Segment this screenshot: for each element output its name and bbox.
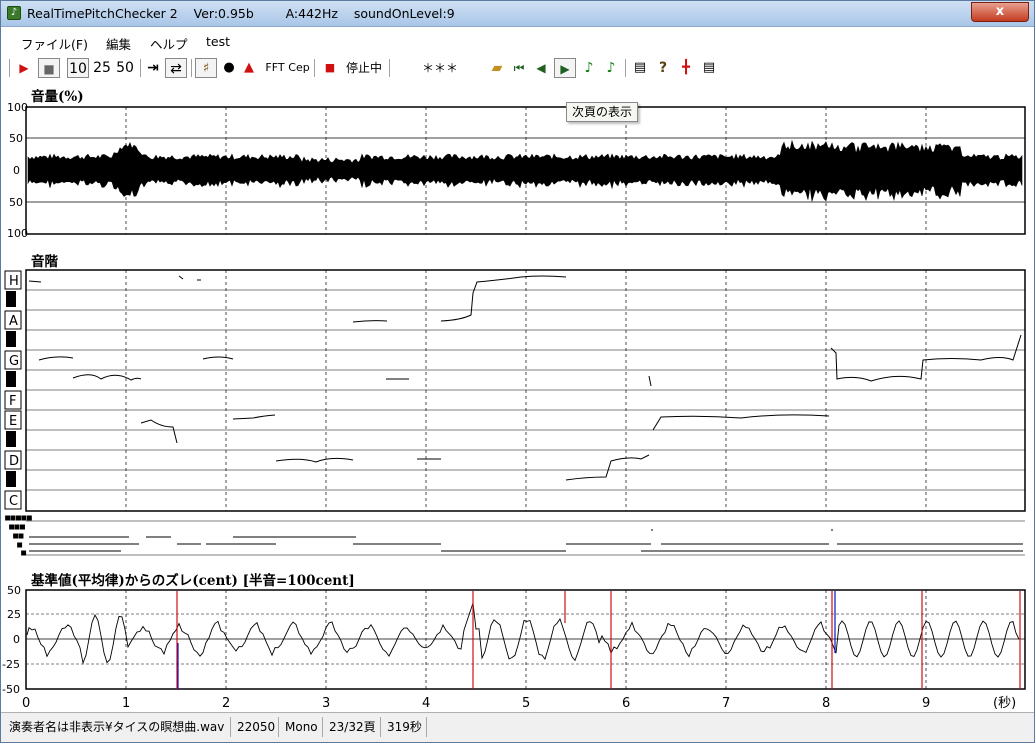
person-red-icon[interactable]: ▲ <box>241 58 257 78</box>
status-bar: 演奏者名は非表示¥タイスの瞑想曲.wav 22050 Mono 23/32頁 3… <box>1 712 1034 742</box>
next-page-icon[interactable]: ▶ <box>554 58 576 78</box>
cep-button[interactable]: Cep <box>288 58 310 78</box>
note-label-a: A <box>9 314 18 329</box>
piano-key-black <box>6 431 16 447</box>
toolbar-separator <box>191 59 192 77</box>
time-tick: 6 <box>622 696 630 711</box>
help-icon[interactable]: ? <box>654 58 672 78</box>
time-tick: 0 <box>22 696 30 711</box>
menu-edit[interactable]: 編集 <box>106 34 131 53</box>
piano-key-black <box>6 331 16 347</box>
blocks-marker: ▪▪ <box>13 531 24 540</box>
person-black-icon[interactable]: ● <box>221 58 237 78</box>
deviation-y-label: -25 <box>2 658 20 671</box>
close-button[interactable]: x <box>971 2 1029 22</box>
open-folder-icon[interactable]: ▰ <box>488 58 506 78</box>
app-window: ♪ RealTimePitchChecker 2 Ver:0.95b A:442… <box>0 0 1035 743</box>
note-label-f: F <box>9 394 16 409</box>
status-channels: Mono <box>281 717 323 737</box>
toolbar-separator <box>314 59 315 77</box>
note-label-c: C <box>9 494 18 509</box>
first-page-icon[interactable]: ⏮ <box>510 58 528 78</box>
deviation-graph[interactable]: 50 25 0 -25 -50 0 1 2 3 4 5 6 7 8 9 (秒) <box>1 583 1034 711</box>
fft-button[interactable]: FFT <box>263 58 287 78</box>
marker-icon[interactable]: ╋ <box>677 58 695 78</box>
time-tick: 2 <box>222 696 230 711</box>
piano-key-black <box>6 291 16 307</box>
toolbar-separator <box>140 59 141 77</box>
deviation-plot-area <box>25 589 1026 690</box>
note-label-g: G <box>9 354 19 369</box>
time-tick: 3 <box>322 696 330 711</box>
deviation-y-label: 25 <box>7 608 21 621</box>
time-tick: 4 <box>422 696 430 711</box>
menu-test[interactable]: test <box>206 34 230 49</box>
time-unit: (秒) <box>993 696 1016 711</box>
blocks-marker: ▪▪▪ <box>9 522 25 531</box>
scale-plot-area <box>25 269 1026 512</box>
violin-icon[interactable]: ♯ <box>195 58 217 78</box>
status-duration: 319秒 <box>383 717 427 737</box>
volume-y-label: 0 <box>13 164 20 177</box>
note-icon[interactable]: ♪ <box>581 58 597 78</box>
time-tick: 5 <box>522 696 530 711</box>
play-button[interactable]: ▶ <box>15 58 33 78</box>
deviation-y-label: -50 <box>2 683 20 696</box>
jump-end-icon[interactable]: ⇥ <box>145 58 161 78</box>
volume-y-label: 100 <box>7 101 28 114</box>
deviation-y-label: 0 <box>13 633 20 646</box>
piano-key-black <box>6 371 16 387</box>
time-tick: 9 <box>922 696 930 711</box>
volume-graph[interactable]: 100 50 0 50 100 <box>1 97 1034 239</box>
scale-graph[interactable]: H A G F E D C ▪▪▪▪▪ ▪▪▪ ▪▪ ▪ ▪ <box>1 265 1034 565</box>
volume-y-label: 50 <box>9 132 23 145</box>
deviation-y-label: 50 <box>7 584 21 597</box>
app-icon: ♪ <box>7 6 21 20</box>
tooltip-next-page: 次頁の表示 <box>566 102 639 122</box>
volume-y-label: 50 <box>9 196 23 209</box>
piano-keyboard <box>4 270 22 510</box>
window-title: RealTimePitchChecker 2 Ver:0.95b A:442Hz… <box>27 6 455 21</box>
time-tick: 1 <box>122 696 130 711</box>
toolbar-separator <box>625 59 626 77</box>
repeat-icon[interactable]: ⇄ <box>165 58 187 78</box>
menu-help[interactable]: ヘルプ <box>150 34 188 53</box>
blocks-marker: ▪ <box>21 548 26 557</box>
note-label-e: E <box>9 414 17 429</box>
time-tick: 8 <box>822 696 830 711</box>
title-bar[interactable]: ♪ RealTimePitchChecker 2 Ver:0.95b A:442… <box>1 1 1034 27</box>
blocks-marker: ▪▪▪▪▪ <box>5 513 32 522</box>
record-icon[interactable]: ■ <box>323 58 337 78</box>
menu-bar: ファイル(F) 編集 ヘルプ test <box>1 31 1034 53</box>
menu-file[interactable]: ファイル(F) <box>21 34 88 53</box>
rate-10-button[interactable]: 10 <box>67 58 89 78</box>
print-icon[interactable]: ▤ <box>631 58 649 78</box>
time-tick: 7 <box>722 696 730 711</box>
toolbar-separator <box>389 59 390 77</box>
run-status: 停止中 <box>345 61 382 75</box>
toolbar: ▶ ■ 10 25 50 ⇥ ⇄ ♯ ● ▲ FFT Cep ■ 停止中 ＊＊＊… <box>1 55 1034 81</box>
status-sample-rate: 22050 <box>233 717 279 737</box>
rate-25-button[interactable]: 25 <box>91 58 113 78</box>
status-file: 演奏者名は非表示¥タイスの瞑想曲.wav <box>5 717 231 737</box>
note-alt-icon[interactable]: ♪ <box>603 58 619 78</box>
printer-icon[interactable]: ▤ <box>700 58 718 78</box>
piano-key-black <box>6 471 16 487</box>
status-page: 23/32頁 <box>325 717 381 737</box>
note-blocks: ▪▪▪▪▪ ▪▪▪ ▪▪ ▪ ▪ <box>5 513 1025 558</box>
time-axis: 0 1 2 3 4 5 6 7 8 9 (秒) <box>22 696 1016 711</box>
stop-button[interactable]: ■ <box>38 58 60 78</box>
toolbar-separator <box>9 59 10 77</box>
rate-50-button[interactable]: 50 <box>114 58 136 78</box>
note-label-h: H <box>9 274 19 289</box>
volume-y-label: 100 <box>7 227 28 239</box>
note-label-d: D <box>9 454 19 469</box>
prev-page-icon[interactable]: ◀ <box>532 58 550 78</box>
note-display: ＊＊＊ <box>421 61 458 75</box>
